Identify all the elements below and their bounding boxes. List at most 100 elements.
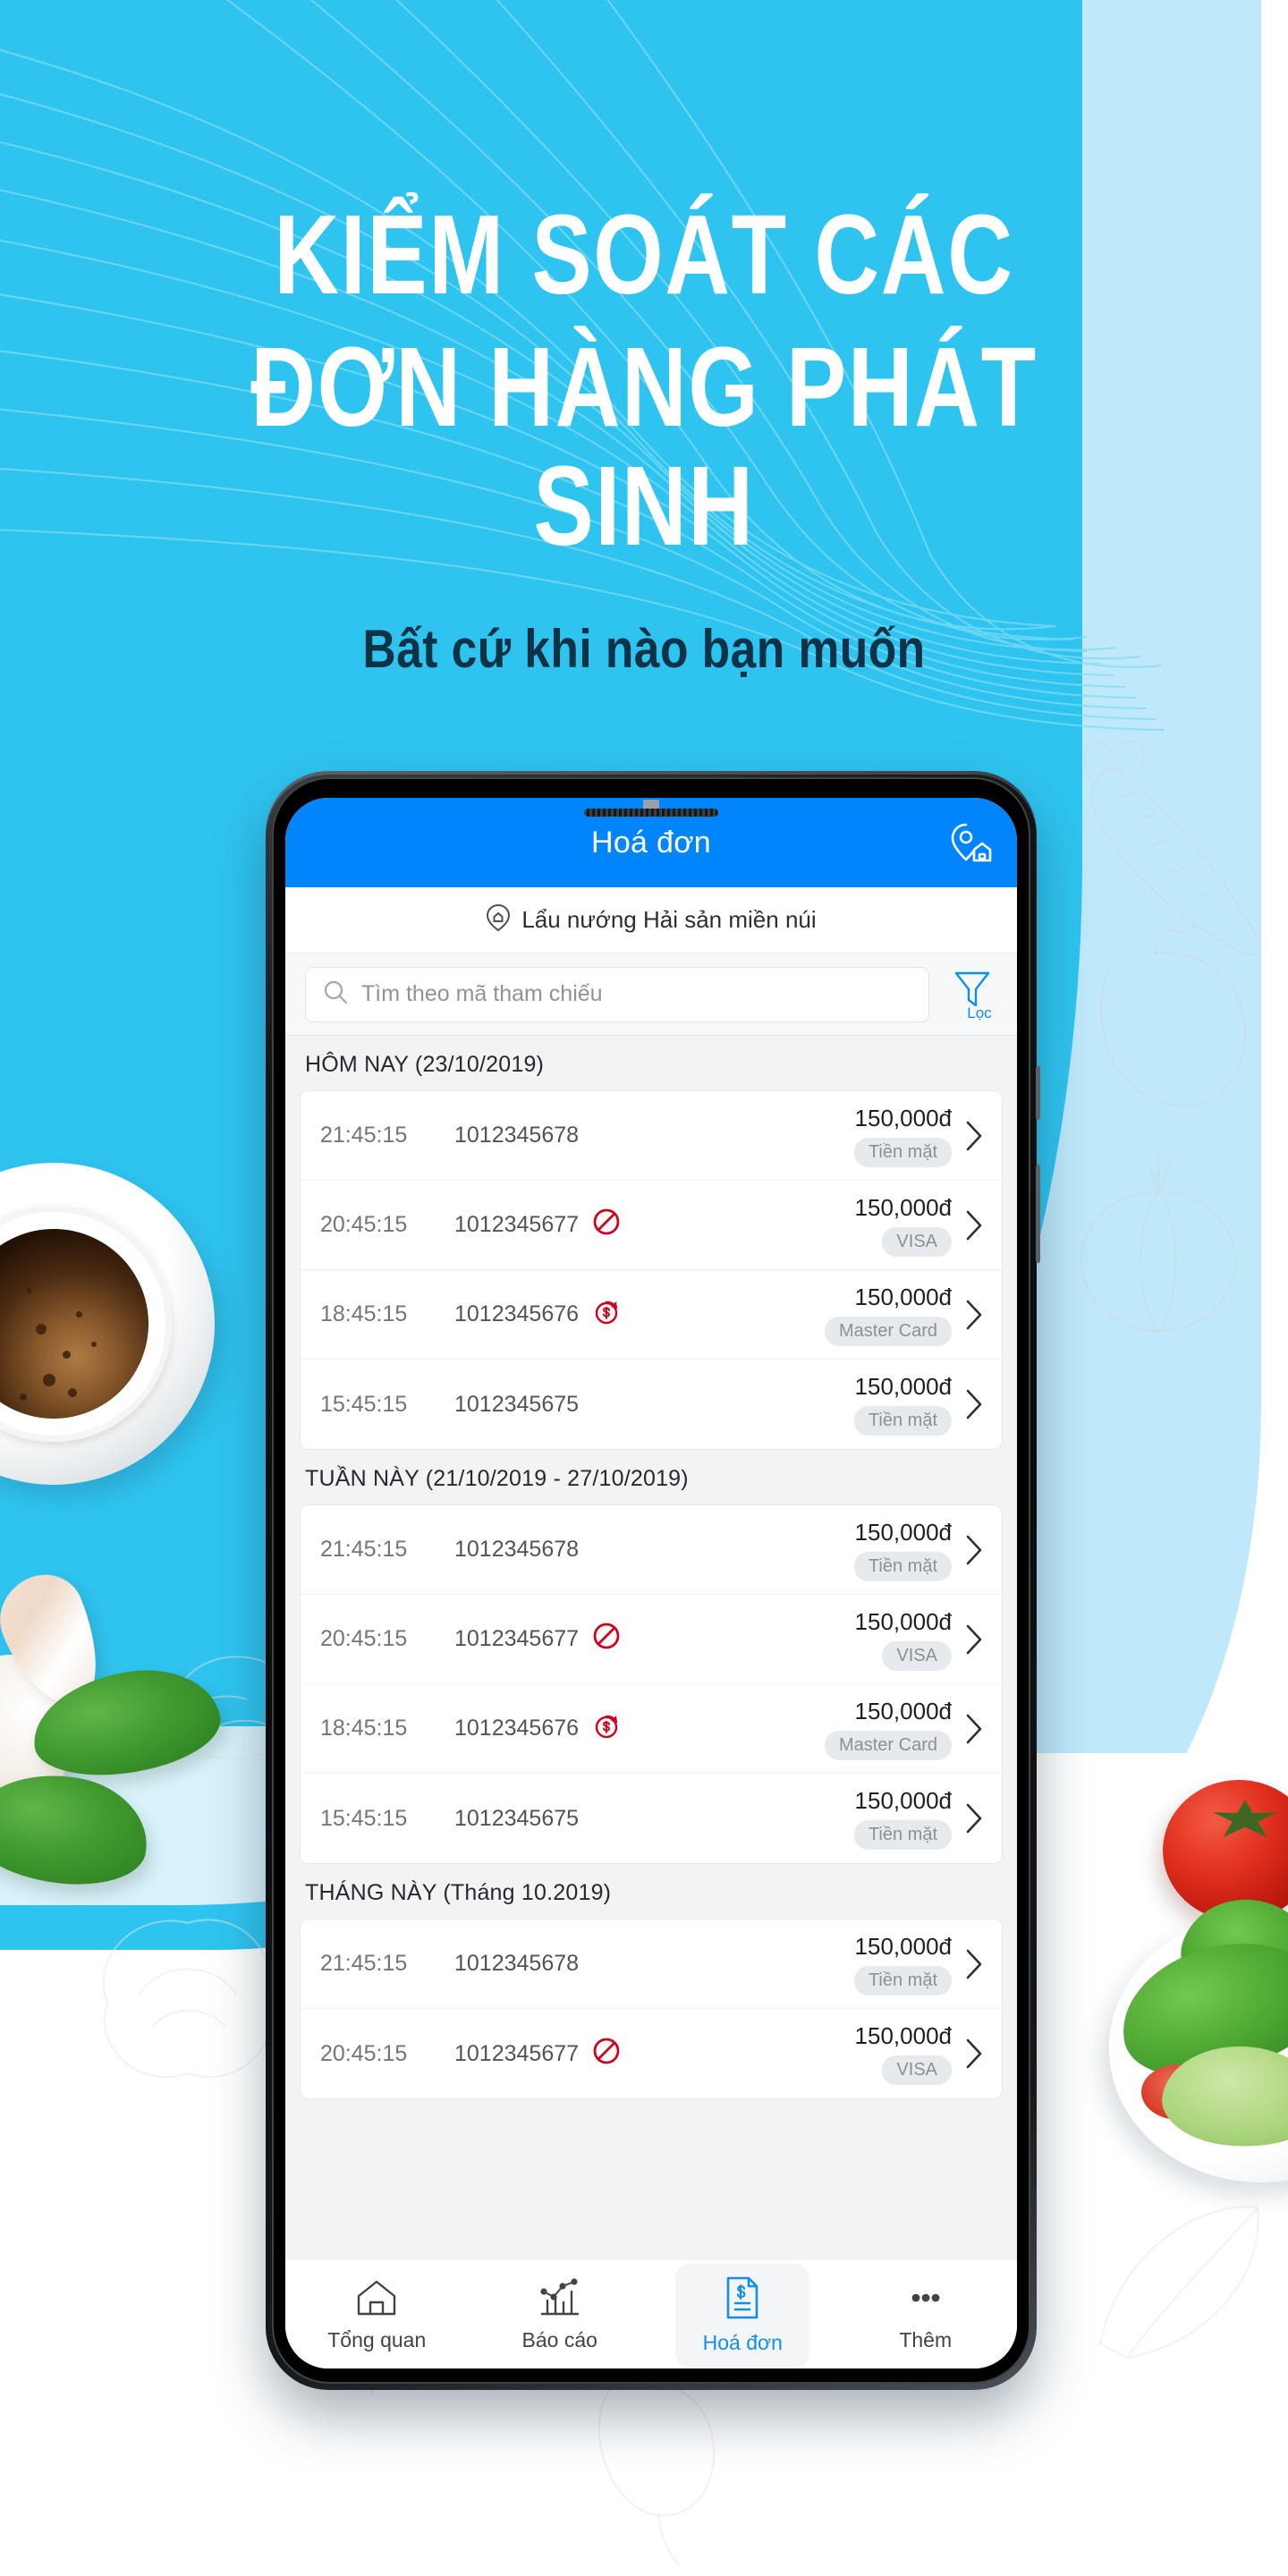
invoice-time: 21:45:15 — [320, 1537, 408, 1562]
table-row[interactable]: 21:45:15 1012345678 150,000đ Tiền mặt — [301, 1505, 1002, 1595]
coffee-cup-photo — [0, 1163, 215, 1485]
location-store-icon[interactable] — [947, 819, 994, 866]
invoice-code: 1012345678 — [454, 1951, 580, 1976]
cancelled-icon — [591, 1621, 622, 1657]
table-row[interactable]: 18:45:15 1012345676 150,000đ Master Card — [301, 1270, 1002, 1360]
invoice-code: 1012345677 — [454, 2040, 580, 2066]
chevron-right-icon[interactable] — [962, 1946, 986, 1982]
home-icon — [354, 2277, 399, 2323]
table-row[interactable]: 15:45:15 1012345675 150,000đ Tiền mặt — [301, 1360, 1002, 1449]
filter-label: Lọc — [967, 1004, 992, 1021]
payment-method-badge: Master Card — [824, 1730, 952, 1760]
payment-method-badge: VISA — [882, 2055, 952, 2085]
bottom-navigation: Tổng quan Báo cáo Hoá đơn Thêm — [285, 2259, 1017, 2368]
invoice-time: 18:45:15 — [320, 1716, 408, 1741]
section-header: HÔM NAY (23/10/2019) — [285, 1036, 1017, 1090]
invoice-amount-cell: 150,000đ Master Card — [824, 1284, 952, 1346]
invoice-amount: 150,000đ — [854, 1607, 952, 1635]
invoice-code-cell: 1012345678 — [454, 1951, 854, 1977]
phone-screen: Hoá đơn Lẩu nướng Hải sản miền núi Tìm t… — [285, 798, 1017, 2368]
search-bar-container: Tìm theo mã tham chiếu Lọc — [285, 953, 1017, 1036]
chevron-right-icon[interactable] — [962, 1532, 986, 1568]
invoice-amount-cell: 150,000đ Tiền mặt — [853, 1932, 952, 1996]
table-row[interactable]: 20:45:15 1012345677 150,000đ VISA — [301, 1595, 1002, 1684]
invoice-time: 20:45:15 — [320, 1626, 408, 1651]
invoice-amount-cell: 150,000đ VISA — [855, 1194, 952, 1257]
invoice-card: 21:45:15 1012345678 150,000đ Tiền mặt 20:45:… — [300, 1090, 1003, 1450]
nav-item-invoice[interactable]: Hoá đơn — [651, 2260, 835, 2368]
invoice-time: 20:45:15 — [320, 2040, 408, 2066]
table-row[interactable]: 21:45:15 1012345678 150,000đ Tiền mặt — [301, 1919, 1002, 2009]
invoice-amount: 150,000đ — [854, 1104, 952, 1131]
store-name-label: Lẩu nướng Hải sản miền núi — [521, 906, 817, 933]
invoice-amount: 150,000đ — [854, 1697, 952, 1724]
invoice-amount-cell: 150,000đ VISA — [855, 2022, 952, 2085]
invoice-time: 21:45:15 — [320, 1123, 408, 1148]
app-bar-title: Hoá đơn — [590, 825, 712, 860]
chevron-right-icon[interactable] — [962, 1711, 986, 1747]
nav-item-label: Hoá đơn — [702, 2330, 783, 2354]
cancelled-icon — [591, 2036, 622, 2072]
headline-line-1: KIỂM SOÁT CÁC — [274, 191, 1014, 318]
invoice-code-cell: 1012345675 — [454, 1806, 854, 1832]
chevron-right-icon[interactable] — [962, 1208, 986, 1243]
invoice-time: 15:45:15 — [320, 1391, 408, 1417]
search-input[interactable]: Tìm theo mã tham chiếu — [305, 966, 929, 1022]
invoice-card: 21:45:15 1012345678 150,000đ Tiền mặt 20:45:… — [300, 1504, 1003, 1864]
table-row[interactable]: 18:45:15 1012345676 150,000đ Master Card — [301, 1684, 1002, 1774]
lineart-onion-icon — [1080, 1154, 1236, 1332]
store-selector[interactable]: Lẩu nướng Hải sản miền núi — [285, 887, 1017, 953]
invoice-code: 1012345678 — [454, 1123, 580, 1148]
chart-icon — [538, 2277, 582, 2323]
nav-item-home[interactable]: Tổng quan — [285, 2260, 469, 2368]
payment-method-badge: Master Card — [824, 1316, 952, 1346]
invoice-amount: 150,000đ — [854, 1193, 952, 1221]
invoice-amount: 150,000đ — [854, 1932, 952, 1960]
invoice-time: 21:45:15 — [320, 1951, 408, 1976]
table-row[interactable]: 15:45:15 1012345675 150,000đ Tiền mặt — [301, 1774, 1002, 1863]
invoice-amount-cell: 150,000đ Master Card — [824, 1697, 952, 1760]
table-row[interactable]: 20:45:15 1012345677 150,000đ VISA — [301, 1181, 1002, 1270]
invoice-amount: 150,000đ — [854, 2022, 952, 2049]
payment-method-badge: Tiền mặt — [853, 1551, 952, 1581]
chevron-right-icon[interactable] — [962, 1118, 986, 1154]
chevron-right-icon[interactable] — [962, 1386, 986, 1422]
location-pin-icon — [486, 903, 511, 936]
chevron-right-icon[interactable] — [962, 1622, 986, 1657]
refunded-icon — [591, 1709, 622, 1748]
invoice-code-cell: 1012345677 — [454, 2036, 855, 2072]
invoice-amount-cell: 150,000đ Tiền mặt — [853, 1104, 952, 1167]
invoice-list[interactable]: HÔM NAY (23/10/2019) 21:45:15 1012345678 15… — [285, 1036, 1017, 2259]
payment-method-badge: Tiền mặt — [853, 1406, 952, 1436]
nav-item-chart[interactable]: Báo cáo — [469, 2260, 652, 2368]
phone-earpiece-speaker — [584, 809, 718, 817]
invoice-code: 1012345677 — [454, 1212, 580, 1237]
table-row[interactable]: 21:45:15 1012345678 150,000đ Tiền mặt — [301, 1091, 1002, 1181]
nav-item-more-dots[interactable]: Thêm — [835, 2260, 1018, 2368]
invoice-time: 20:45:15 — [320, 1212, 408, 1237]
invoice-code: 1012345676 — [454, 1716, 580, 1741]
payment-method-badge: Tiền mặt — [853, 1965, 952, 1996]
phone-power-button — [1036, 1165, 1040, 1263]
invoice-code: 1012345677 — [454, 1626, 580, 1651]
invoice-code-cell: 1012345677 — [454, 1621, 855, 1657]
section-header: TUẦN NÀY (21/10/2019 - 27/10/2019) — [285, 1450, 1017, 1504]
chevron-right-icon[interactable] — [962, 1801, 986, 1836]
lineart-pepper-icon — [1100, 924, 1247, 1107]
invoice-code: 1012345678 — [454, 1537, 580, 1562]
refunded-icon — [591, 1295, 622, 1334]
payment-method-badge: VISA — [882, 1226, 952, 1257]
invoice-code-cell: 1012345677 — [454, 1207, 855, 1243]
search-icon — [322, 979, 349, 1010]
invoice-code: 1012345675 — [454, 1805, 580, 1831]
table-row[interactable]: 20:45:15 1012345677 150,000đ VISA — [301, 2009, 1002, 2098]
invoice-code-cell: 1012345676 — [454, 1295, 825, 1334]
invoice-amount-cell: 150,000đ VISA — [855, 1608, 952, 1671]
filter-button[interactable]: Lọc — [944, 966, 1001, 1022]
invoice-code-cell: 1012345675 — [454, 1392, 854, 1418]
more-dots-icon — [903, 2277, 948, 2323]
chevron-right-icon[interactable] — [962, 2036, 986, 2072]
hero-subtitle: Bất cứ khi nào bạn muốn — [362, 618, 926, 679]
chevron-right-icon[interactable] — [962, 1297, 986, 1333]
phone-mockup: Hoá đơn Lẩu nướng Hải sản miền núi Tìm t… — [266, 771, 1040, 2390]
